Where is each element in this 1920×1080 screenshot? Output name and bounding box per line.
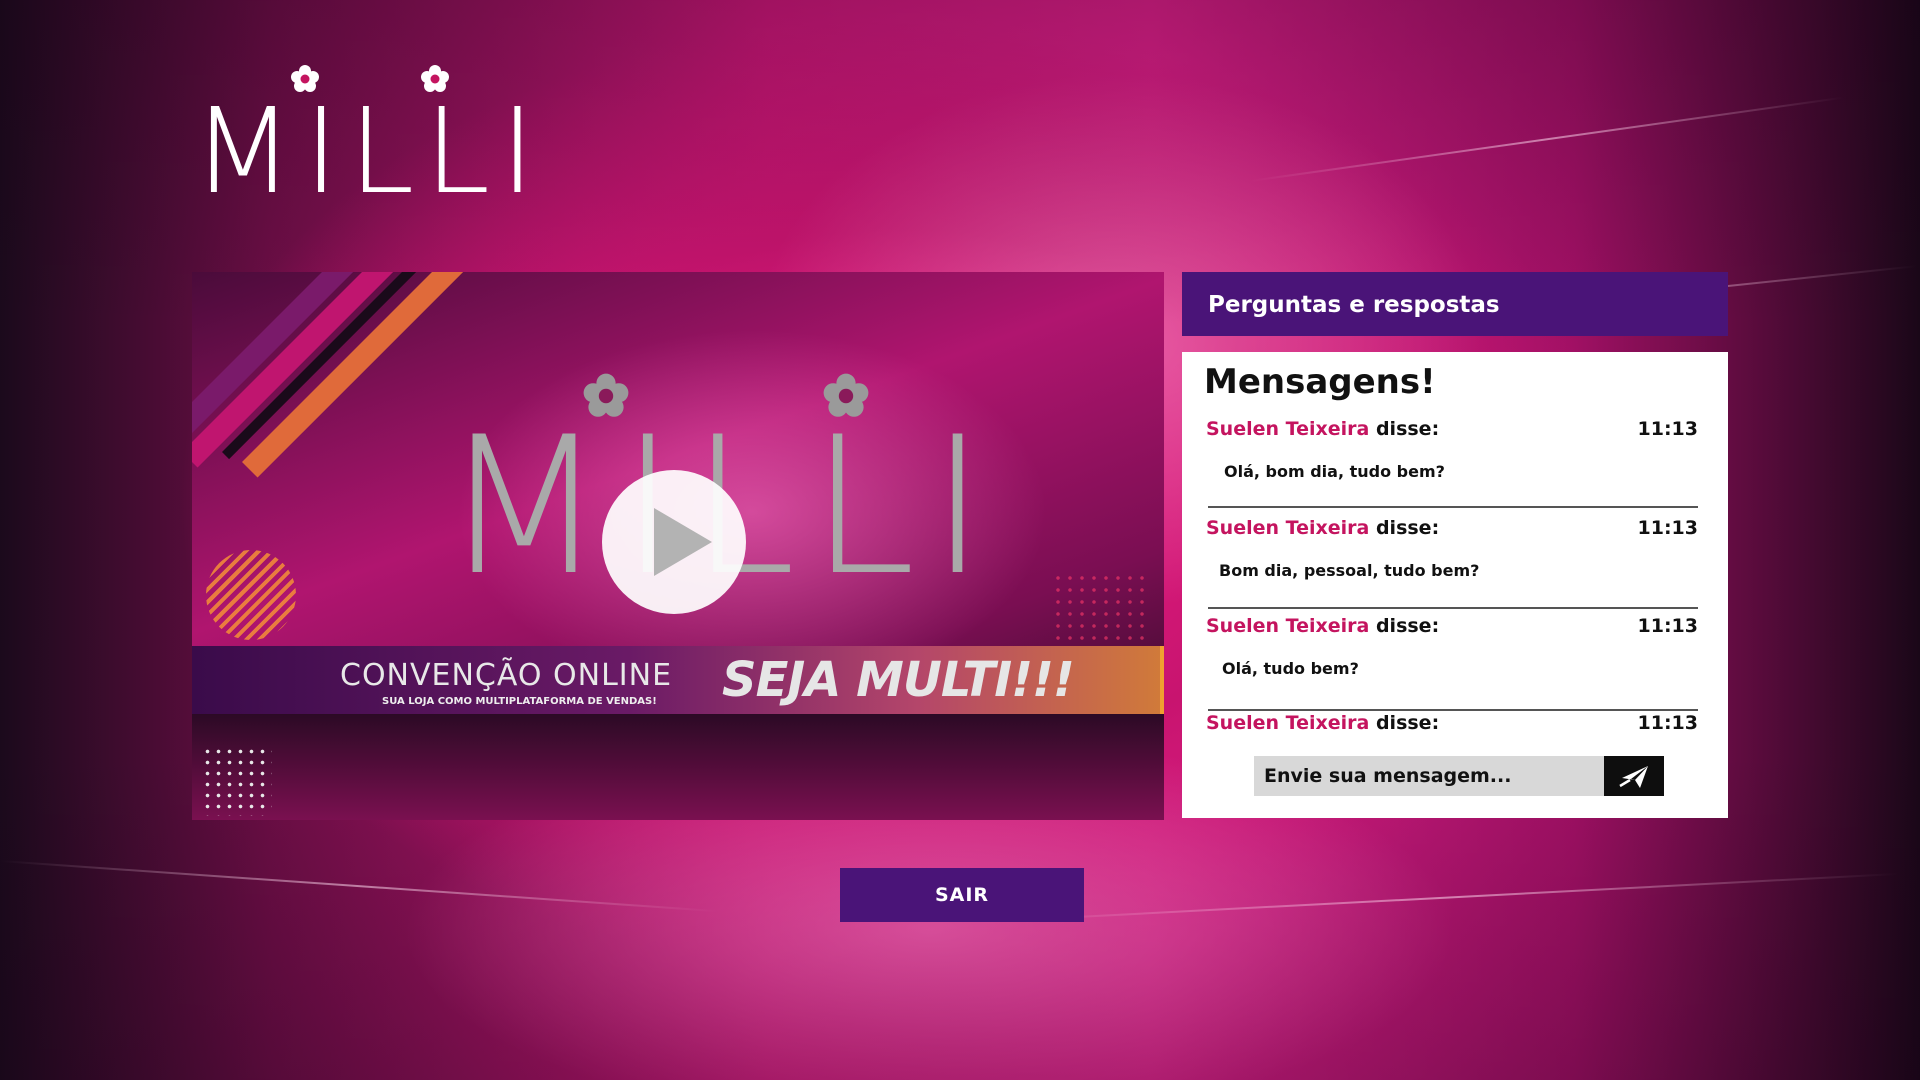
- banner-highlight: SEJA MULTI!!!: [722, 652, 1075, 708]
- exit-button[interactable]: SAIR: [840, 868, 1084, 922]
- messages-panel: Mensagens! Suelen Teixeira disse: 11:13 …: [1182, 352, 1728, 818]
- message-item: Suelen Teixeira disse: 11:13 Olá, bom di…: [1182, 418, 1728, 508]
- send-button[interactable]: [1604, 756, 1664, 796]
- video-bottom-area: [192, 712, 1164, 820]
- message-text: Olá, bom dia, tudo bem?: [1224, 462, 1445, 481]
- banner-title: CONVENÇÃO ONLINE: [340, 658, 673, 693]
- paper-plane-icon: [1619, 766, 1648, 788]
- decorative-stripes: [192, 272, 513, 478]
- message-text: Olá, tudo bem?: [1222, 659, 1359, 678]
- message-divider: [1208, 709, 1698, 711]
- message-input-wrap: [1254, 756, 1604, 796]
- message-said: disse:: [1375, 418, 1440, 440]
- milli-logo: MILLI: [192, 60, 535, 210]
- message-text: Bom dia, pessoal, tudo bem?: [1219, 561, 1480, 580]
- logo-text: MILLI: [192, 82, 545, 220]
- banner-subtitle: SUA LOJA COMO MULTIPLATAFORMA DE VENDAS!: [382, 696, 657, 707]
- message-author: Suelen Teixeira: [1206, 615, 1370, 637]
- message-time: 11:13: [1637, 418, 1698, 440]
- decorative-circle: [206, 550, 296, 640]
- message-divider: [1208, 506, 1698, 508]
- message-author: Suelen Teixeira: [1206, 418, 1370, 440]
- message-input[interactable]: [1254, 756, 1604, 796]
- video-player[interactable]: MILLI CONVENÇÃO ONLINE SUA LOJA COMO MUL…: [192, 272, 1164, 820]
- message-time: 11:13: [1637, 517, 1698, 539]
- message-item: Suelen Teixeira disse: 11:13 Olá, tudo b…: [1182, 615, 1728, 711]
- messages-title: Mensagens!: [1204, 362, 1436, 402]
- message-author: Suelen Teixeira: [1206, 712, 1370, 734]
- play-button[interactable]: [602, 470, 746, 614]
- decorative-dots: [202, 746, 272, 816]
- message-said: disse:: [1375, 615, 1440, 637]
- message-said: disse:: [1375, 712, 1440, 734]
- message-item: Suelen Teixeira disse: 11:13 Bom dia, pe…: [1182, 517, 1728, 609]
- message-time: 11:13: [1637, 615, 1698, 637]
- video-banner: CONVENÇÃO ONLINE SUA LOJA COMO MULTIPLAT…: [192, 646, 1164, 714]
- qa-header-title: Perguntas e respostas: [1208, 292, 1500, 318]
- qa-header: Perguntas e respostas: [1182, 272, 1728, 336]
- message-time: 11:13: [1637, 712, 1698, 734]
- decorative-dots: [1052, 572, 1152, 652]
- message-divider: [1208, 607, 1698, 609]
- message-author: Suelen Teixeira: [1206, 517, 1370, 539]
- message-said: disse:: [1375, 517, 1440, 539]
